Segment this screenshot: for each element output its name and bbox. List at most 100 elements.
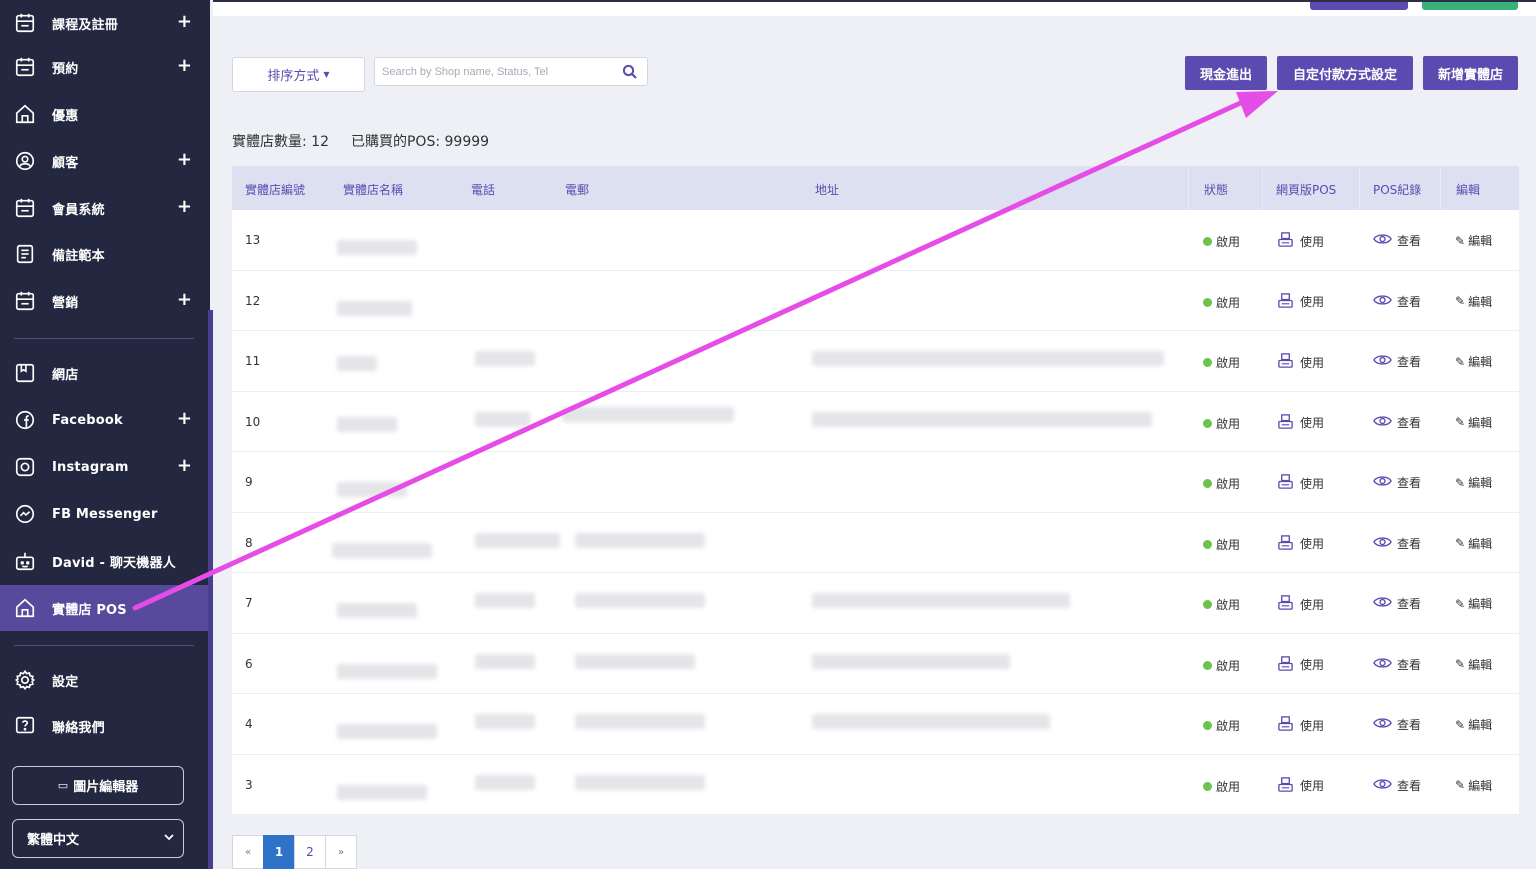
status-label: 啟用: [1216, 779, 1241, 794]
web-pos-use-button[interactable]: 使用: [1277, 776, 1324, 796]
expand-plus-icon[interactable]: +: [177, 196, 192, 218]
calendar-icon: [14, 56, 36, 78]
web-pos-use-button[interactable]: 使用: [1277, 413, 1324, 433]
sidebar-item-2[interactable]: 優惠: [0, 91, 210, 137]
store-id-cell: 12: [245, 293, 261, 308]
edit-store-button[interactable]: ✎ 編輯: [1455, 414, 1492, 431]
sidebar-item-6[interactable]: 營銷 +: [0, 278, 210, 324]
pagination-next[interactable]: »: [325, 835, 357, 869]
status-label: 啟用: [1216, 356, 1241, 370]
add-store-button[interactable]: 新增實體店: [1423, 56, 1518, 90]
pos-log-view-button[interactable]: 查看: [1373, 716, 1421, 733]
pos-log-view-button[interactable]: 查看: [1373, 293, 1421, 310]
pagination-prev[interactable]: «: [232, 835, 264, 869]
web-pos-label: 使用: [1300, 295, 1325, 309]
redacted-field: [337, 784, 427, 800]
edit-store-button[interactable]: ✎ 編輯: [1455, 353, 1492, 370]
sidebar-item-3[interactable]: 顧客 +: [0, 138, 210, 184]
sidebar-item-7[interactable]: 網店: [0, 350, 210, 396]
custom-payment-button[interactable]: 自定付款方式設定: [1277, 56, 1413, 90]
caret-down-icon: ▼: [323, 70, 330, 79]
sidebar-item-1[interactable]: 預約 +: [0, 44, 210, 90]
edit-store-button[interactable]: ✎ 編輯: [1455, 656, 1492, 673]
instagram-icon: [14, 456, 36, 478]
top-action-button-2[interactable]: [1422, 2, 1518, 10]
pagination-page-1[interactable]: 1: [263, 835, 295, 869]
web-pos-use-button[interactable]: 使用: [1277, 473, 1324, 493]
edit-store-button[interactable]: ✎ 編輯: [1455, 777, 1492, 794]
expand-plus-icon[interactable]: +: [177, 408, 192, 430]
pos-log-view-button[interactable]: 查看: [1373, 535, 1421, 552]
sidebar-item-11[interactable]: David - 聊天機器人: [0, 538, 210, 584]
web-pos-use-button[interactable]: 使用: [1277, 594, 1324, 614]
edit-store-button[interactable]: ✎ 編輯: [1455, 716, 1492, 733]
sidebar-item-label: FB Messenger: [52, 506, 158, 522]
sidebar-item-5[interactable]: 備註範本: [0, 231, 210, 277]
image-editor-button[interactable]: ▭ 圖片編輯器: [12, 766, 184, 805]
edit-store-button[interactable]: ✎ 編輯: [1455, 535, 1492, 552]
expand-plus-icon[interactable]: +: [177, 455, 192, 477]
sidebar-item-14[interactable]: 聯絡我們: [0, 703, 210, 749]
pencil-icon: ✎: [1455, 233, 1466, 248]
search-icon[interactable]: [622, 64, 638, 80]
header-separator: [1262, 166, 1263, 210]
sidebar-item-12[interactable]: 實體店 POS: [0, 585, 210, 631]
edit-store-button[interactable]: ✎ 編輯: [1455, 595, 1492, 612]
cash-register-icon: [1277, 473, 1300, 493]
pos-log-view-button[interactable]: 查看: [1373, 656, 1421, 673]
pos-log-view-button[interactable]: 查看: [1373, 595, 1421, 612]
sidebar-item-label: 設定: [52, 674, 79, 690]
pos-log-view-button[interactable]: 查看: [1373, 414, 1421, 431]
sidebar-item-label: 備註範本: [52, 248, 105, 264]
redacted-field: [337, 240, 417, 255]
expand-plus-icon[interactable]: +: [177, 289, 192, 311]
web-pos-use-button[interactable]: 使用: [1277, 655, 1324, 675]
redacted-field: [575, 653, 695, 669]
edit-store-button[interactable]: ✎ 編輯: [1455, 232, 1492, 249]
edit-store-button[interactable]: ✎ 編輯: [1455, 293, 1492, 310]
header-pos-log: POS紀錄: [1373, 183, 1422, 197]
custom-payment-label: 自定付款方式設定: [1292, 67, 1397, 83]
pencil-icon: ✎: [1455, 717, 1466, 732]
web-pos-use-button[interactable]: 使用: [1277, 231, 1324, 251]
sidebar-item-label: 聯絡我們: [52, 720, 105, 736]
pos-log-view-button[interactable]: 查看: [1373, 474, 1421, 491]
pos-log-view-button[interactable]: 查看: [1373, 777, 1421, 794]
search-input[interactable]: [375, 58, 615, 85]
cash-register-icon: [1277, 413, 1300, 433]
pencil-icon: ✎: [1455, 657, 1466, 671]
sidebar-item-8[interactable]: Facebook +: [0, 397, 210, 443]
sidebar-item-4[interactable]: 會員系統 +: [0, 185, 210, 231]
status-dot-icon: [1203, 297, 1212, 307]
eye-icon: [1373, 353, 1397, 370]
pos-log-view-button[interactable]: 查看: [1373, 232, 1421, 249]
sort-dropdown[interactable]: 排序方式 ▼: [232, 57, 365, 92]
expand-plus-icon[interactable]: +: [177, 11, 192, 33]
redacted-field: [562, 406, 734, 422]
expand-plus-icon[interactable]: +: [177, 55, 192, 77]
sidebar-item-0[interactable]: 課程及註冊 +: [0, 0, 210, 46]
top-bar: [213, 0, 1536, 16]
web-pos-use-button[interactable]: 使用: [1277, 715, 1324, 735]
table-row: 7 啟用 使用 查看 ✎ 編輯: [232, 573, 1519, 634]
edit-label: 編輯: [1468, 476, 1493, 490]
pencil-icon: ✎: [1455, 415, 1466, 429]
web-pos-use-button[interactable]: 使用: [1277, 534, 1324, 554]
sidebar-item-10[interactable]: FB Messenger: [0, 491, 210, 537]
store-id-cell: 7: [245, 596, 253, 610]
edit-store-button[interactable]: ✎ 編輯: [1455, 474, 1492, 491]
web-pos-use-button[interactable]: 使用: [1277, 292, 1324, 312]
sidebar-item-9[interactable]: Instagram +: [0, 444, 210, 490]
expand-plus-icon[interactable]: +: [177, 149, 192, 171]
sidebar-scroll-edge: [208, 310, 213, 869]
web-pos-use-button[interactable]: 使用: [1277, 352, 1324, 372]
pos-log-view-button[interactable]: 查看: [1373, 353, 1421, 370]
cash-register-icon: [1277, 292, 1300, 312]
language-select[interactable]: 繁體中文: [12, 819, 184, 858]
sidebar-item-13[interactable]: 設定: [0, 657, 210, 703]
sidebar-divider: [14, 338, 194, 339]
cash-in-out-button[interactable]: 現金進出: [1185, 56, 1267, 90]
top-action-button-1[interactable]: [1310, 2, 1408, 10]
eye-icon: [1373, 293, 1397, 310]
pagination-page-2[interactable]: 2: [294, 835, 326, 869]
